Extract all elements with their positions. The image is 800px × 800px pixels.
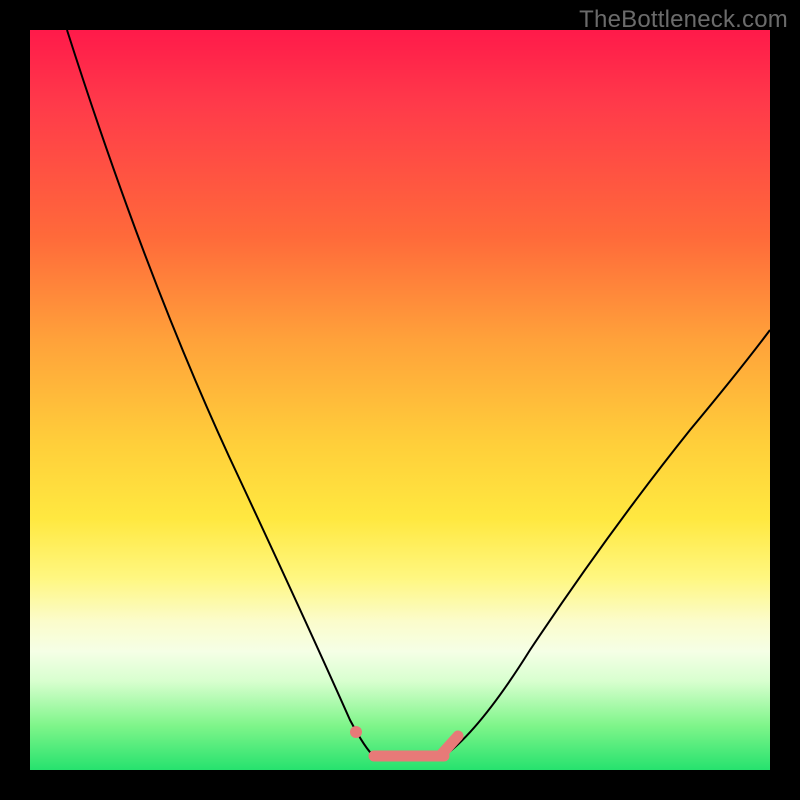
right-curve bbox=[444, 330, 770, 756]
pink-left-marker bbox=[350, 726, 362, 738]
curve-layer bbox=[30, 30, 770, 770]
left-curve bbox=[67, 30, 374, 756]
chart-frame: TheBottleneck.com bbox=[0, 0, 800, 800]
plot-area bbox=[30, 30, 770, 770]
pink-right-tick bbox=[440, 736, 458, 756]
